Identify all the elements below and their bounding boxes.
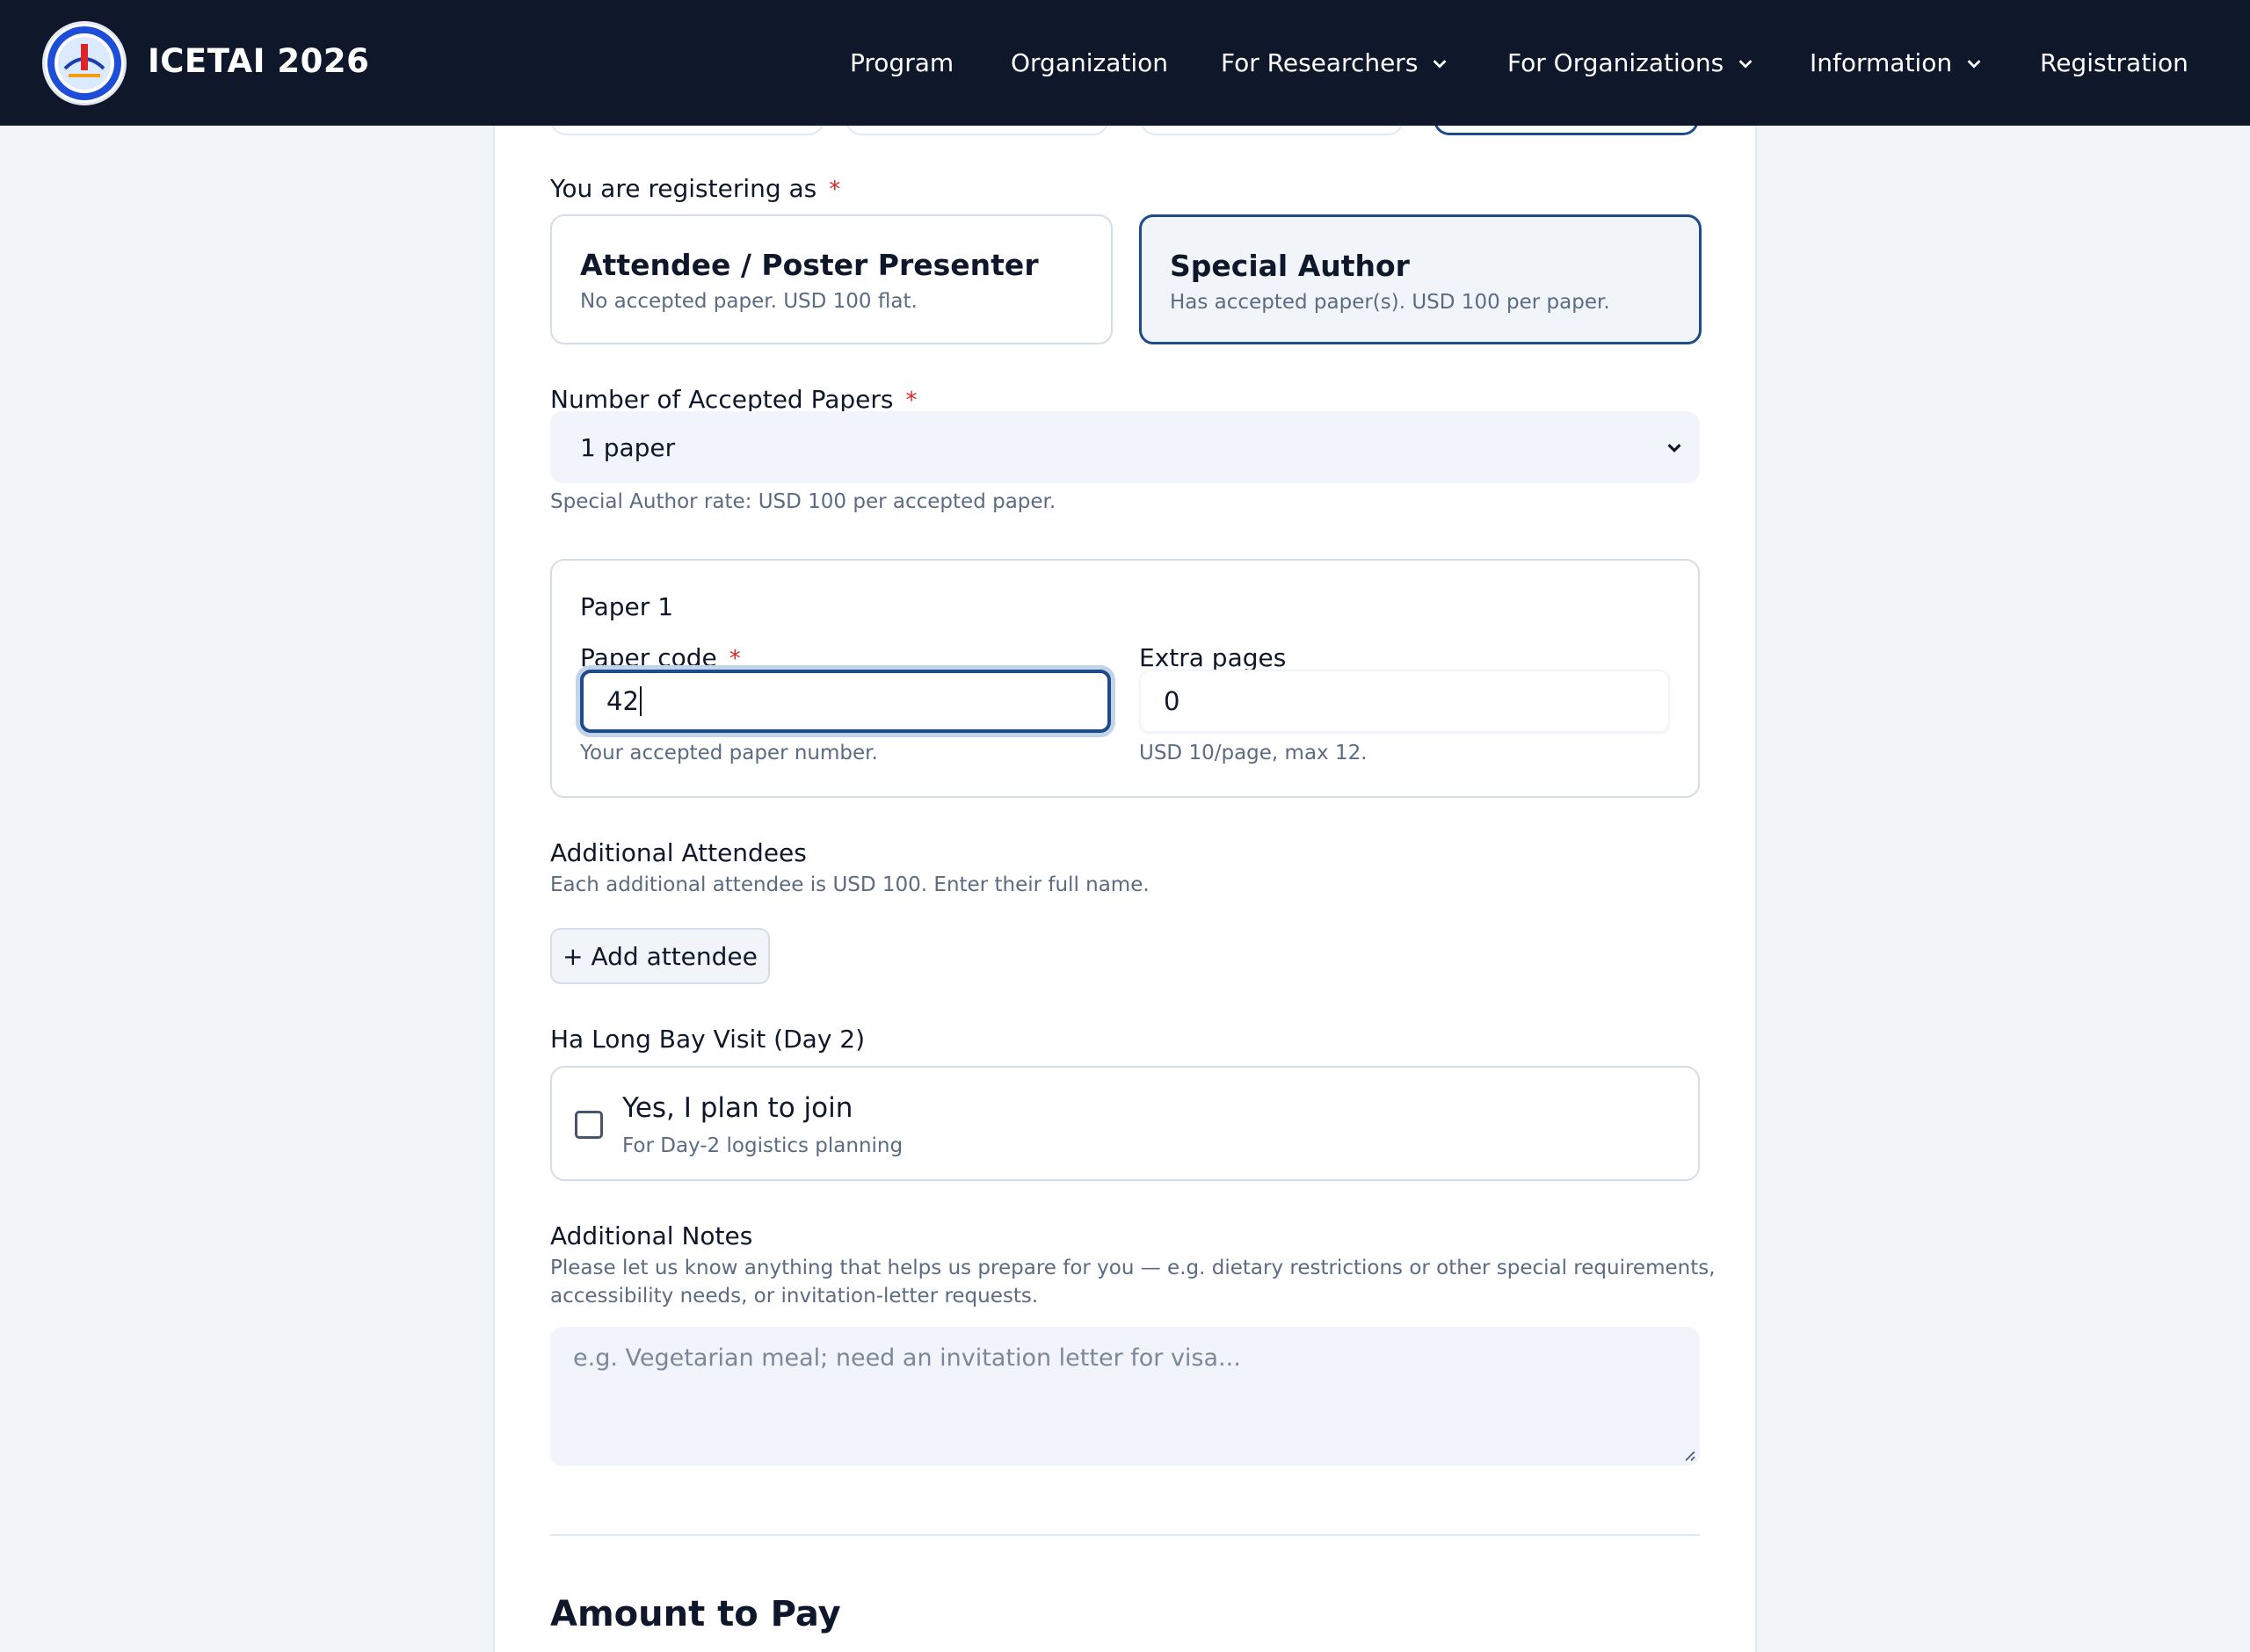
additional-notes-textarea[interactable]: e.g. Vegetarian meal; need an invitation… <box>550 1327 1700 1466</box>
chevron-down-icon <box>1738 59 1753 69</box>
nav-label: For Organizations <box>1507 48 1724 77</box>
option-special-author[interactable]: Special Author Has accepted paper(s). US… <box>1139 214 1702 344</box>
resize-handle-icon[interactable] <box>1682 1448 1696 1462</box>
registering-as-label: You are registering as * <box>550 174 840 203</box>
label-text: Number of Accepted Papers <box>550 385 894 414</box>
required-asterisk: * <box>829 177 841 203</box>
nav-item-for-organizations[interactable]: For Organizations <box>1507 48 1755 77</box>
required-asterisk: * <box>729 646 741 672</box>
text-caret <box>639 686 642 716</box>
chevron-down-icon <box>1667 444 1681 453</box>
top-navbar: ICETAI 2026 Program Organization For Res… <box>0 0 2250 126</box>
additional-attendees-label: Additional Attendees <box>550 838 807 867</box>
main-nav: Program Organization For Researchers For… <box>0 48 2250 83</box>
chevron-down-icon <box>1967 59 1981 69</box>
required-asterisk: * <box>905 388 918 414</box>
paper-code-hint: Your accepted paper number. <box>580 742 878 764</box>
nav-item-organization[interactable]: Organization <box>1011 48 1168 77</box>
nav-item-information[interactable]: Information <box>1810 48 1984 77</box>
amount-to-pay-heading: Amount to Pay <box>550 1594 841 1634</box>
extra-pages-hint: USD 10/page, max 12. <box>1139 742 1368 764</box>
add-attendee-button[interactable]: + Add attendee <box>550 928 770 984</box>
halong-join-checkbox[interactable] <box>575 1111 603 1139</box>
input-value: 0 <box>1164 686 1180 716</box>
paper-code-label: Paper code * <box>580 643 741 672</box>
num-papers-label: Number of Accepted Papers * <box>550 385 917 414</box>
option-title: Special Author <box>1170 249 1410 283</box>
paper-code-input[interactable]: 42 <box>580 670 1111 733</box>
nav-label: For Researchers <box>1221 48 1419 77</box>
option-title: Attendee / Poster Presenter <box>580 248 1039 282</box>
option-title: Yes, I plan to join <box>622 1092 853 1124</box>
nav-label: Program <box>850 48 954 77</box>
additional-attendees-hint: Each additional attendee is USD 100. Ent… <box>550 873 1150 896</box>
option-subtitle: No accepted paper. USD 100 flat. <box>580 290 918 313</box>
additional-notes-hint-line2: accessibility needs, or invitation-lette… <box>550 1285 1039 1308</box>
input-value: 42 <box>606 686 639 716</box>
halong-visit-label: Ha Long Bay Visit (Day 2) <box>550 1025 866 1054</box>
paper-heading: Paper 1 <box>580 592 674 621</box>
section-divider <box>550 1534 1700 1536</box>
nav-label: Organization <box>1011 48 1169 77</box>
nav-item-program[interactable]: Program <box>850 48 954 77</box>
num-papers-hint: Special Author rate: USD 100 per accepte… <box>550 490 1056 513</box>
chevron-down-icon <box>1433 59 1447 69</box>
option-attendee-poster[interactable]: Attendee / Poster Presenter No accepted … <box>550 214 1113 344</box>
nav-label: Registration <box>2040 48 2188 77</box>
additional-notes-hint-line1: Please let us know anything that helps u… <box>550 1257 1716 1279</box>
textarea-placeholder: e.g. Vegetarian meal; need an invitation… <box>573 1344 1241 1372</box>
label-text: Paper code <box>580 643 717 672</box>
option-subtitle: For Day-2 logistics planning <box>622 1134 904 1157</box>
select-value: 1 paper <box>580 432 676 462</box>
num-papers-select[interactable]: 1 paper <box>550 411 1700 483</box>
nav-item-for-researchers[interactable]: For Researchers <box>1221 48 1449 77</box>
nav-label: Information <box>1810 48 1953 77</box>
extra-pages-label: Extra pages <box>1139 643 1287 672</box>
halong-join-option[interactable]: Yes, I plan to join For Day-2 logistics … <box>550 1066 1700 1181</box>
additional-notes-label: Additional Notes <box>550 1221 753 1250</box>
extra-pages-input[interactable]: 0 <box>1139 670 1670 733</box>
label-text: You are registering as <box>550 174 817 203</box>
option-subtitle: Has accepted paper(s). USD 100 per paper… <box>1170 291 1610 314</box>
nav-item-registration[interactable]: Registration <box>2040 48 2188 77</box>
